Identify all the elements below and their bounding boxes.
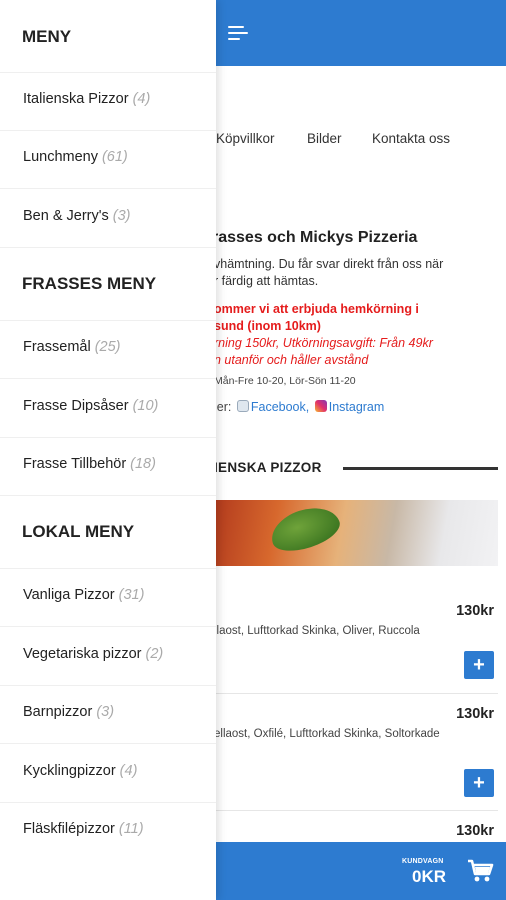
restaurant-description: vhämtning. Du får svar direkt från oss n… (214, 257, 444, 288)
drawer-item-count: (61) (101, 149, 128, 165)
drawer-item-count: (2) (145, 646, 164, 662)
drawer-item-count: (3) (112, 208, 131, 224)
drawer-item[interactable]: Frassemål (25) (0, 321, 216, 379)
drawer-item[interactable]: Lunchmeny (61) (0, 131, 216, 189)
drawer-item-count: (4) (119, 763, 138, 779)
drawer-item-label: Kycklingpizzor (23, 763, 116, 779)
facebook-icon (236, 400, 249, 412)
item-price: 130kr (456, 706, 494, 722)
social-links: ler: Facebook, Instagram (214, 400, 385, 414)
drawer-heading-frasses: FRASSES MENY (22, 274, 157, 293)
item-divider (214, 693, 498, 694)
category-heading: IENSKA PIZZOR (214, 460, 322, 475)
drawer-item[interactable]: Italienska Pizzor (4) (0, 73, 216, 131)
drawer-item[interactable]: Frasse Tillbehör (18) (0, 438, 216, 496)
delivery-notice: ommer vi att erbjuda hemkörning i sund (… (214, 302, 433, 367)
drawer-item[interactable]: Kycklingpizzor (4) (0, 745, 216, 803)
nav-link-kopvillkor[interactable]: Köpvillkor (216, 131, 275, 146)
add-to-cart-button[interactable]: + (464, 651, 494, 679)
drawer-item[interactable]: Ben & Jerry's (3) (0, 190, 216, 248)
drawer-item-label: Vegetariska pizzor (23, 646, 142, 662)
opening-hours: Mån-Fre 10-20, Lör-Sön 11-20 (214, 375, 356, 387)
drawer-item-count: (31) (118, 587, 145, 603)
menu-icon[interactable] (228, 24, 250, 42)
drawer-heading-meny: MENY (22, 27, 72, 46)
item-price: 130kr (456, 603, 494, 619)
add-to-cart-button[interactable]: + (464, 769, 494, 797)
drawer-item-count: (4) (132, 91, 151, 107)
cart-label: KUNDVAGN (402, 858, 444, 865)
drawer-item[interactable]: Vegetariska pizzor (2) (0, 628, 216, 686)
drawer-heading-lokal: LOKAL MENY (22, 522, 135, 541)
drawer-item-label: Lunchmeny (23, 149, 98, 165)
cart-icon[interactable] (467, 858, 495, 884)
category-banner-image (214, 500, 498, 566)
drawer-item-label: Frassemål (23, 339, 91, 355)
instagram-icon (314, 400, 327, 412)
drawer-item-label: Italienska Pizzor (23, 91, 129, 107)
drawer-item[interactable]: Vanliga Pizzor (31) (0, 569, 216, 627)
heading-divider (343, 467, 498, 470)
cart-total: 0KR (412, 867, 447, 886)
drawer-item-label: Fläskfilépizzor (23, 821, 115, 837)
item-ingredients: ellaost, Oxfilé, Lufttorkad Skinka, Solt… (214, 728, 440, 740)
nav-link-bilder[interactable]: Bilder (307, 131, 342, 146)
drawer-item-count: (3) (96, 704, 115, 720)
drawer-item-count: (10) (132, 398, 159, 414)
drawer-item[interactable]: Frasse Dipsåser (10) (0, 380, 216, 438)
item-ingredients: llaost, Lufttorkad Skinka, Oliver, Rucco… (214, 625, 420, 637)
instagram-link[interactable]: Instagram (329, 400, 385, 414)
drawer-item-label: Frasse Dipsåser (23, 398, 129, 414)
drawer-item[interactable]: Barnpizzor (3) (0, 686, 216, 744)
nav-link-kontakta[interactable]: Kontakta oss (372, 131, 450, 146)
item-price: 130kr (456, 823, 494, 839)
side-drawer: MENY Italienska Pizzor (4) Lunchmeny (61) … (0, 0, 216, 900)
drawer-item-count: (11) (118, 821, 144, 837)
drawer-item-label: Ben & Jerry's (23, 208, 109, 224)
drawer-item-count: (18) (130, 456, 156, 472)
restaurant-title: rasses och Mickys Pizzeria (212, 229, 418, 246)
facebook-link[interactable]: Facebook, (251, 400, 309, 414)
drawer-item-label: Frasse Tillbehör (23, 456, 127, 472)
drawer-item[interactable]: Fläskfilépizzor (11) (0, 803, 216, 861)
drawer-item-label: Vanliga Pizzor (23, 587, 115, 603)
item-divider (214, 810, 498, 811)
drawer-item-label: Barnpizzor (23, 704, 93, 720)
drawer-item-count: (25) (94, 339, 121, 355)
